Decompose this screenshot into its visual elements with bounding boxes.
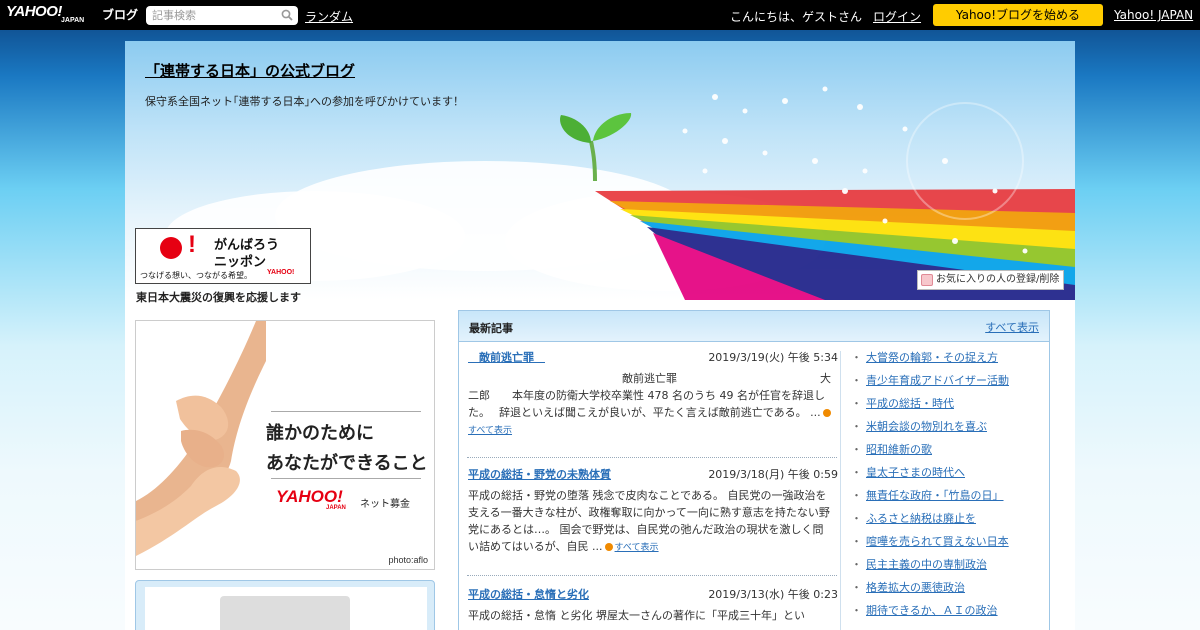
logo-sub-text: JAPAN bbox=[61, 17, 85, 24]
exclamation-icon: ! bbox=[188, 231, 196, 258]
list-item: ・民主主義の中の専制政治 bbox=[851, 558, 987, 571]
page-container: 「連帯する日本」の公式ブログ 保守系全国ネット｢連帯する日本｣への参加を呼びかけ… bbox=[125, 41, 1075, 630]
search-icon[interactable] bbox=[281, 9, 293, 21]
list-item: ・ふるさと納税は廃止を bbox=[851, 512, 976, 525]
ganbaro-line2: ニッポン bbox=[214, 255, 267, 270]
article-title[interactable]: 敵前逃亡罪 bbox=[468, 349, 545, 365]
random-link[interactable]: ランダム bbox=[305, 8, 353, 25]
red-circle-icon bbox=[160, 237, 182, 259]
banner-line2: あなたができること bbox=[266, 453, 428, 474]
article-date: 2019/3/13(水) 午後 0:23 bbox=[708, 588, 838, 601]
list-item-link[interactable]: 皇太子さまの時代へ bbox=[866, 466, 965, 479]
banner-service: ネット募金 bbox=[360, 499, 410, 510]
ganbaro-yahoo-logo: YAHOO! bbox=[267, 269, 295, 276]
list-item: ・喧嘩を売られて買えない日本 bbox=[851, 535, 1009, 548]
donation-banner[interactable]: 誰かのために あなたができること YAHOO! JAPAN ネット募金 phot… bbox=[135, 320, 435, 570]
list-item-link[interactable]: 平成の総括・時代 bbox=[866, 397, 954, 410]
article-excerpt: 平成の総括・野党の堕落 残念で皮肉なことである。 自民党の一強政治を支える一番大… bbox=[468, 487, 834, 557]
ganbaro-nippon-banner[interactable]: ! がんばろう ニッポン つなげる想い、つながる希望。 YAHOO! bbox=[135, 228, 311, 284]
recent-articles-title: 最新記事 bbox=[469, 322, 513, 335]
list-item-link[interactable]: 期待できるか、ＡＩの政治 bbox=[866, 604, 998, 617]
banner-credit: photo:aflo bbox=[388, 555, 428, 565]
avatar[interactable] bbox=[220, 596, 350, 630]
banner-line1: 誰かのために bbox=[266, 423, 374, 444]
list-item-link[interactable]: 昭和維新の歌 bbox=[866, 443, 932, 456]
search-input[interactable] bbox=[146, 6, 274, 25]
article-excerpt: 敵前逃亡罪 大二郎 本年度の防衛大学校卒業性 478 名のうち 49 名が任官を… bbox=[468, 370, 834, 440]
arrow-icon bbox=[604, 543, 613, 551]
banner-divider bbox=[271, 411, 421, 412]
list-item: ・格差拡大の悪徳政治 bbox=[851, 581, 965, 594]
yahoo-blog-logo[interactable]: YAHOO! JAPAN ブログ bbox=[6, 3, 142, 27]
read-more-link[interactable]: すべて表示 bbox=[615, 543, 659, 553]
read-more-link[interactable]: すべて表示 bbox=[468, 426, 512, 436]
blog-description: 保守系全国ネット｢連帯する日本｣への参加を呼びかけています！ bbox=[145, 95, 464, 108]
list-item: ・米朝会談の物別れを喜ぶ bbox=[851, 420, 987, 433]
list-item-link[interactable]: ふるさと納税は廃止を bbox=[866, 512, 976, 525]
profile-box bbox=[135, 580, 435, 630]
list-item-link[interactable]: 民主主義の中の専制政治 bbox=[866, 558, 987, 571]
list-item: ・大嘗祭の輪郭・その捉え方 bbox=[851, 351, 998, 364]
blog-title[interactable]: 「連帯する日本」の公式ブログ bbox=[145, 60, 355, 81]
list-item: ・昭和維新の歌 bbox=[851, 443, 932, 456]
global-header: YAHOO! JAPAN ブログ ランダム こんにちは、ゲストさん ログイン Y… bbox=[0, 0, 1200, 30]
list-item: ・皇太子さまの時代へ bbox=[851, 466, 965, 479]
article-separator bbox=[467, 457, 837, 458]
article-excerpt-text: 敵前逃亡罪 大二郎 本年度の防衛大学校卒業性 478 名のうち 49 名が任官を… bbox=[468, 372, 831, 419]
list-item-link[interactable]: 無責任な政府・「竹島の日」 bbox=[866, 489, 1004, 502]
yahoo-japan-link[interactable]: Yahoo! JAPAN bbox=[1114, 8, 1193, 22]
banner-yahoo-sub: JAPAN bbox=[326, 505, 346, 511]
article-excerpt-text: 平成の総括・怠惰 と劣化 堺屋太一さんの著作に「平成三十年」とい bbox=[468, 609, 805, 622]
search-box bbox=[146, 6, 298, 25]
column-divider bbox=[840, 351, 841, 630]
list-item-link[interactable]: 喧嘩を売られて買えない日本 bbox=[866, 535, 1009, 548]
handshake-illustration bbox=[136, 321, 266, 556]
list-item-link[interactable]: 青少年育成アドバイザー活動 bbox=[866, 374, 1009, 387]
list-item: ・期待できるか、ＡＩの政治 bbox=[851, 604, 998, 617]
logo-text: YAHOO! bbox=[6, 3, 62, 20]
list-item: ・無責任な政府・「竹島の日」 bbox=[851, 489, 1004, 502]
article-date: 2019/3/19(火) 午後 5:34 bbox=[708, 351, 838, 364]
greeting-text: こんにちは、ゲストさん bbox=[730, 10, 863, 24]
favorite-button-label: お気に入りの人の登録/削除 bbox=[936, 274, 1060, 285]
article-date: 2019/3/18(月) 午後 0:59 bbox=[708, 468, 838, 481]
list-item-link[interactable]: 格差拡大の悪徳政治 bbox=[866, 581, 965, 594]
see-all-link[interactable]: すべて表示 bbox=[985, 319, 1039, 335]
arrow-icon bbox=[822, 409, 831, 417]
recent-articles-header: 最新記事 すべて表示 bbox=[459, 311, 1049, 342]
article-title[interactable]: 平成の総括・怠惰と劣化 bbox=[468, 586, 589, 602]
list-item: ・平成の総括・時代 bbox=[851, 397, 954, 410]
banner-yahoo-logo: YAHOO! bbox=[276, 487, 343, 506]
list-item-link[interactable]: 米朝会談の物別れを喜ぶ bbox=[866, 420, 987, 433]
list-item-link[interactable]: 大嘗祭の輪郭・その捉え方 bbox=[866, 351, 998, 364]
article-excerpt: 平成の総括・怠惰 と劣化 堺屋太一さんの著作に「平成三十年」とい bbox=[468, 607, 834, 624]
login-link[interactable]: ログイン bbox=[873, 8, 921, 25]
ganbaro-tagline: つなげる想い、つながる希望。 bbox=[140, 271, 252, 280]
favorite-register-button[interactable]: お気に入りの人の登録/削除 bbox=[917, 270, 1064, 290]
ganbaro-caption: 東日本大震災の復興を応援します bbox=[136, 291, 301, 304]
profile-inner bbox=[145, 587, 427, 630]
logo-service-text: ブログ bbox=[102, 8, 139, 22]
start-blog-button[interactable]: Yahoo!ブログを始める bbox=[933, 4, 1103, 26]
list-item: ・青少年育成アドバイザー活動 bbox=[851, 374, 1009, 387]
article-separator bbox=[467, 575, 837, 576]
favorite-heart-icon bbox=[921, 274, 933, 286]
banner-divider bbox=[271, 478, 421, 479]
recent-articles-panel: 最新記事 すべて表示 敵前逃亡罪 2019/3/19(火) 午後 5:34 敵前… bbox=[458, 310, 1050, 630]
article-title[interactable]: 平成の総括・野党の未熟体質 bbox=[468, 466, 611, 482]
